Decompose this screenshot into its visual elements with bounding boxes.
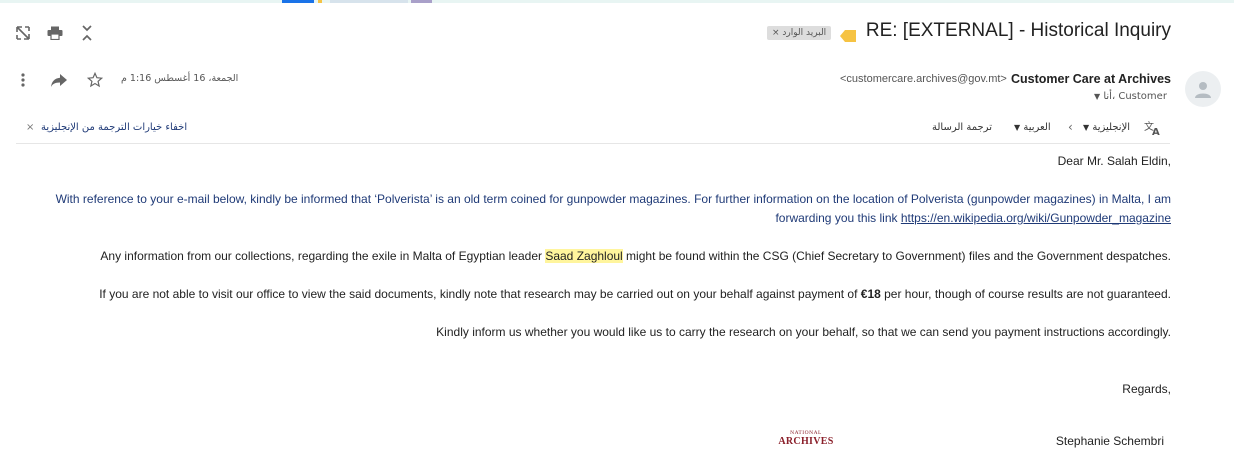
- inbox-label-chip[interactable]: × البريد الوارد: [767, 26, 832, 40]
- paragraph-3-suffix: per hour, though of course results are n…: [880, 287, 1171, 301]
- hide-translate-options-link[interactable]: اخفاء خيارات الترجمة من الإنجليزية: [41, 122, 187, 133]
- avatar[interactable]: [1185, 71, 1221, 107]
- paragraph-1-line-2-text: forwarding you this link: [775, 211, 901, 225]
- translate-bar: × اخفاء خيارات الترجمة من الإنجليزية ترج…: [16, 115, 1170, 144]
- national-archives-logo: NATIONAL ARCHIVES: [778, 430, 834, 447]
- strip-segment-purple: [411, 0, 432, 3]
- strip-segment-yellow: [318, 0, 322, 3]
- highlighted-name: Saad Zaghloul: [545, 249, 623, 263]
- forward-icon[interactable]: [48, 69, 70, 91]
- star-icon[interactable]: [84, 69, 106, 91]
- sender-email: <customercare.archives@gov.mt>: [840, 73, 1007, 85]
- strip-segment-grey: [330, 0, 408, 3]
- email-subject: RE: [EXTERNAL] - Historical Inquiry: [865, 20, 1171, 41]
- recipient-label: أنا، Customer: [1103, 91, 1167, 102]
- regards: Regards,: [1122, 382, 1171, 396]
- paragraph-1-line-2: forwarding you this link https://en.wiki…: [775, 209, 1171, 228]
- more-options-icon[interactable]: [14, 70, 32, 90]
- open-in-new-window-icon[interactable]: [12, 22, 34, 44]
- paragraph-1-line-1: With reference to your e-mail below, kin…: [55, 192, 1171, 206]
- label-chip-close[interactable]: ×: [772, 28, 780, 38]
- svg-text:A: A: [1152, 127, 1160, 136]
- translate-icon[interactable]: 文A: [1144, 120, 1162, 139]
- dropdown-arrow-icon: ▼: [1014, 123, 1021, 132]
- strip-segment-blue: [282, 0, 314, 3]
- target-language-select[interactable]: ▼ العربية: [1014, 122, 1051, 133]
- paragraph-3-prefix: If you are not able to visit our office …: [99, 287, 861, 301]
- print-icon[interactable]: [44, 22, 66, 44]
- top-progress-strip: [0, 0, 1234, 3]
- sender-name[interactable]: Customer Care at Archives: [1011, 72, 1171, 86]
- paragraph-2: Any information from our collections, re…: [100, 247, 1171, 266]
- wikipedia-link[interactable]: https://en.wikipedia.org/wiki/Gunpowder_…: [901, 211, 1171, 225]
- recipient-line[interactable]: ▼ أنا، Customer: [1094, 91, 1167, 102]
- target-language-label: العربية: [1023, 122, 1051, 133]
- importance-marker-icon[interactable]: [840, 27, 856, 46]
- dropdown-arrow-icon[interactable]: ▼: [1094, 92, 1100, 101]
- email-date: الجمعة، 16 أغسطس 1:16 م: [121, 73, 239, 84]
- translate-message-link[interactable]: ترجمة الرسالة: [932, 122, 992, 133]
- dropdown-arrow-icon: ▼: [1083, 123, 1090, 132]
- greeting: Dear Mr. Salah Eldin,: [1057, 154, 1171, 168]
- source-language-select[interactable]: ▼ الإنجليزية: [1083, 122, 1130, 133]
- price: €18: [860, 287, 881, 301]
- source-language-label: الإنجليزية: [1092, 122, 1131, 133]
- swap-language-chevron-icon[interactable]: ‹: [1068, 120, 1073, 134]
- paragraph-3: If you are not able to visit our office …: [99, 285, 1171, 304]
- hide-translate-close-icon[interactable]: ×: [26, 122, 34, 133]
- logo-big-text: ARCHIVES: [778, 436, 834, 447]
- paragraph-4: Kindly inform us whether you would like …: [436, 325, 1171, 339]
- paragraph-2-prefix: Any information from our collections, re…: [100, 249, 546, 263]
- collapse-all-icon[interactable]: [76, 22, 98, 44]
- signature-name: Stephanie Schembri: [1055, 434, 1164, 448]
- label-chip-text: البريد الوارد: [782, 28, 827, 38]
- paragraph-2-suffix: might be found within the CSG (Chief Sec…: [622, 249, 1171, 263]
